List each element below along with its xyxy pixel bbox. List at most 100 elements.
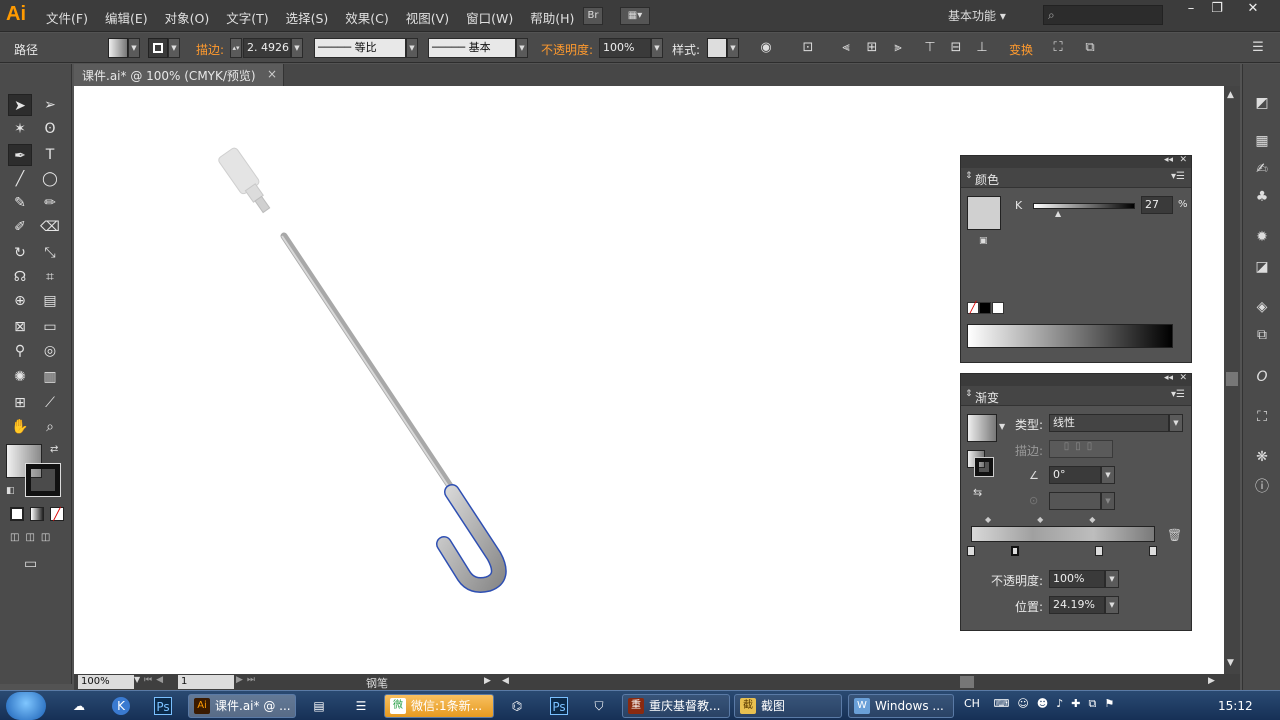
gradient-stop[interactable] [1095,546,1103,556]
gradient-angle-input[interactable]: 0° [1049,466,1101,484]
k-slider-thumb[interactable]: ▲ [1055,209,1061,218]
gradient-tool-icon[interactable]: ▭ [38,316,62,338]
stroke-stepper[interactable]: ▴▾ [230,38,242,58]
restore-button[interactable]: ❐ [1202,1,1232,19]
graphic-style-swatch[interactable] [707,38,727,58]
help-search-input[interactable]: ⌕ [1043,5,1163,25]
quick-launch-list-icon[interactable]: ☰ [352,697,370,715]
line-tool-icon[interactable]: ╱ [8,168,32,190]
gradient-type-dropdown[interactable]: ▼ [1169,414,1183,432]
task-windows[interactable]: W Windows ... [848,694,954,718]
scroll-left-icon[interactable]: ◀ [502,676,509,686]
mesh-tool-icon[interactable]: ⊠ [8,316,32,338]
blend-tool-icon[interactable]: ◎ [38,340,62,362]
color-panel-icon[interactable]: ◩ [1253,94,1271,112]
delete-stop-icon[interactable]: 🗑 [1167,528,1182,542]
swatches-panel-icon[interactable]: ▦ [1253,132,1271,150]
vertical-scroll-thumb[interactable] [1226,372,1238,386]
align-center-icon[interactable]: ⊞ [864,40,880,56]
task-illustrator[interactable]: Ai 课件.ai* @ ... [188,694,296,718]
none-mode-icon[interactable]: ╱ [50,507,64,521]
stop-location-dropdown[interactable]: ▼ [1105,596,1119,614]
direct-selection-tool-icon[interactable]: ➢ [38,94,62,116]
hand-tool-icon[interactable]: ✋ [8,416,32,438]
character-panel-icon[interactable]: O [1253,368,1271,386]
stroke-swatch[interactable] [148,38,168,58]
document-tab[interactable]: 课件.ai* @ 100% (CMYK/预览) × [74,64,284,86]
recolor-artwork-icon[interactable]: ◉ [758,40,774,56]
stroke-weight-dropdown[interactable]: ▼ [291,38,303,58]
quick-launch-cloud-icon[interactable]: ☁ [70,697,88,715]
next-artboard-icon[interactable]: ▶⏭ [236,675,259,685]
align-left-icon[interactable]: ⫷ [838,40,854,56]
white-swatch[interactable] [992,302,1004,314]
artboard-number-input[interactable]: 1 [178,675,234,689]
out-of-web-gamut-icon[interactable]: ▣ [979,236,988,246]
variable-width-profile[interactable]: ───── 等比 [314,38,406,58]
transform-panel-icon[interactable]: ⛶ [1253,408,1271,426]
collapse-panel-icon[interactable]: ◂◂ [1164,373,1173,383]
opacity-label[interactable]: 不透明度: [541,41,593,58]
start-button[interactable] [6,692,46,720]
menu-type[interactable]: 文字(T) [226,8,268,27]
stroke-color-box[interactable] [25,463,61,497]
angle-dropdown[interactable]: ▼ [1101,466,1115,484]
status-menu-icon[interactable]: ▶ [484,676,491,686]
align-bottom-icon[interactable]: ⊥ [974,40,990,56]
menu-object[interactable]: 对象(O) [165,8,210,27]
eraser-tool-icon[interactable]: ⌫ [38,216,62,238]
menu-file[interactable]: 文件(F) [46,8,88,27]
gradient-mode-icon[interactable] [30,507,44,521]
menu-select[interactable]: 选择(S) [286,8,329,27]
quick-launch-shield-icon[interactable]: ⛉ [590,697,608,715]
blob-brush-tool-icon[interactable]: ✐ [8,216,32,238]
quick-launch-k-icon[interactable]: K [112,697,130,715]
free-transform-tool-icon[interactable]: ⌗ [38,266,62,288]
pencil-tool-icon[interactable]: ✏ [38,192,62,214]
quick-launch-vs-icon[interactable]: ⌬ [508,697,526,715]
isolate-icon[interactable]: ⛶ [1050,40,1066,56]
task-screenshot-folder[interactable]: 截 截图 [734,694,842,718]
panel-menu-icon[interactable]: ▾☰ [1171,171,1185,182]
shape-builder-tool-icon[interactable]: ⊕ [8,290,32,312]
slice-tool-icon[interactable]: ⟋ [38,392,62,414]
gradient-stop[interactable] [967,546,975,556]
none-color-swatch[interactable]: ╱ [967,302,979,314]
collapse-panel-icon[interactable]: ◂◂ [1164,155,1173,165]
fill-swatch[interactable] [108,38,128,58]
panel-menu-icon[interactable]: ☰ [1250,40,1266,56]
close-button[interactable]: ✕ [1238,1,1268,19]
close-panel-icon[interactable]: ✕ [1179,373,1187,383]
align-right-icon[interactable]: ⫸ [890,40,906,56]
task-wechat[interactable]: 微 微信:1条新... [384,694,494,718]
quick-launch-ps-icon[interactable]: Ps [154,697,172,715]
black-swatch[interactable] [979,302,991,314]
panel-toggle-icon[interactable]: ⇕ [965,389,973,399]
pen-tool-icon[interactable]: ✒ [8,144,32,166]
swap-icon[interactable]: ⇄ [50,444,58,455]
rotate-tool-icon[interactable]: ↻ [8,242,32,264]
warp-tool-icon[interactable]: ☊ [8,266,32,288]
tray-icons[interactable]: ⌨☺☻♪✚⧉⚑ [993,697,1122,710]
opacity-dropdown[interactable]: ▼ [651,38,663,58]
gradient-type-select[interactable]: 线性 [1049,414,1169,432]
symbol-sprayer-tool-icon[interactable]: ✺ [8,366,32,388]
task-browser[interactable]: 重 重庆基督教... [622,694,730,718]
opacity-input[interactable]: 100% [599,38,651,58]
k-slider[interactable] [1033,203,1135,209]
stroke-panel-icon[interactable]: ✹ [1253,228,1271,246]
active-fill-swatch[interactable] [967,196,1001,230]
zoom-dropdown[interactable]: ▼ [134,675,140,684]
gradient-stop-selected[interactable] [1011,546,1019,556]
screen-mode-icon[interactable]: ▭ [24,556,37,572]
transform-link[interactable]: 变换 [1009,41,1033,58]
menu-help[interactable]: 帮助(H) [530,8,574,27]
color-mode-icon[interactable] [10,507,24,521]
stroke-dropdown[interactable]: ▼ [168,38,180,58]
artboards-panel-icon[interactable]: ⧉ [1253,326,1271,344]
arrange-icon[interactable]: ⧉ [1082,40,1098,56]
menu-view[interactable]: 视图(V) [406,8,449,27]
magic-wand-tool-icon[interactable]: ✶ [8,118,32,140]
gradient-preset-dropdown[interactable]: ▼ [999,422,1005,431]
perspective-grid-tool-icon[interactable]: ▤ [38,290,62,312]
